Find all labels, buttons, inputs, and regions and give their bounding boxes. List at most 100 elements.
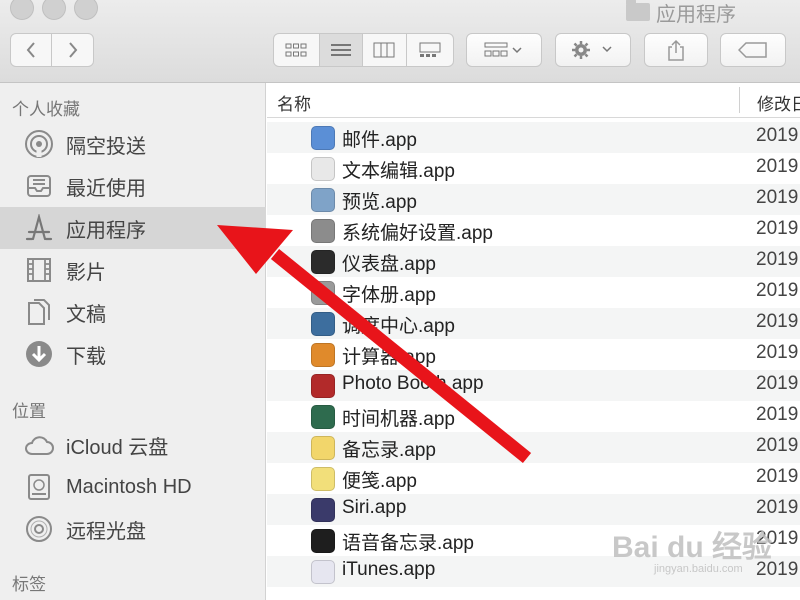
file-row[interactable]: 时间机器.app 2019 (267, 401, 800, 432)
back-button[interactable] (11, 34, 53, 66)
zoom-window-button[interactable] (74, 0, 98, 20)
file-row[interactable]: 文本编辑.app 2019 (267, 153, 800, 184)
movies-icon (24, 255, 54, 285)
sidebar-item-label: 下载 (66, 345, 106, 368)
file-name: 预览.app (342, 192, 417, 213)
icloud-icon (24, 430, 54, 460)
recents-icon (24, 171, 54, 201)
action-button[interactable] (555, 33, 631, 67)
file-row[interactable]: 系统偏好设置.app 2019 (267, 215, 800, 246)
gallery-view-button[interactable] (407, 34, 453, 66)
itunes-app-icon (311, 560, 335, 584)
file-row[interactable]: 字体册.app 2019 (267, 277, 800, 308)
sidebar-item-applications[interactable]: 应用程序 (0, 207, 266, 249)
file-name: 调度中心.app (342, 316, 455, 337)
file-row[interactable]: 便笺.app 2019 (267, 463, 800, 494)
file-date-modified: 2019 (756, 373, 799, 394)
icon-view-icon (285, 43, 307, 57)
system-preferences-app-icon (311, 219, 335, 243)
file-row[interactable]: 计算器.app 2019 (267, 339, 800, 370)
view-mode-control (273, 33, 454, 67)
file-name: 语音备忘录.app (342, 533, 474, 554)
sidebar-item-label: 隔空投送 (66, 135, 146, 158)
airdrop-icon (24, 129, 54, 159)
sidebar-item-downloads[interactable]: 下载 (0, 333, 266, 375)
date-modified-column-header[interactable]: 修改日 (757, 90, 800, 115)
file-name: 文本编辑.app (342, 161, 455, 182)
file-date-modified: 2019 (756, 497, 799, 518)
file-name: 系统偏好设置.app (342, 223, 493, 244)
file-date-modified: 2019 (756, 342, 799, 363)
file-name: 时间机器.app (342, 409, 455, 430)
file-name: Photo Booth.app (342, 373, 484, 394)
column-view-button[interactable] (363, 34, 407, 66)
group-by-button[interactable] (466, 33, 542, 67)
file-date-modified: 2019 (756, 404, 799, 425)
dashboard-app-icon (311, 250, 335, 274)
file-date-modified: 2019 (756, 311, 799, 332)
sidebar-item-documents[interactable]: 文稿 (0, 291, 266, 333)
navigation-buttons (10, 33, 94, 67)
file-name: iTunes.app (342, 559, 436, 580)
share-button[interactable] (644, 33, 708, 67)
file-date-modified: 2019 (756, 218, 799, 239)
font-book-app-icon (311, 281, 335, 305)
name-column-header[interactable]: 名称 (277, 90, 311, 115)
sidebar-item-recents[interactable]: 最近使用 (0, 165, 266, 207)
tags-header: 标签 (12, 575, 46, 594)
sidebar-item-label: 应用程序 (66, 219, 146, 242)
group-by-icon (484, 42, 522, 57)
sidebar-item-remote-disc[interactable]: 远程光盘 (0, 508, 266, 550)
list-view-button[interactable] (319, 34, 364, 66)
favorites-header: 个人收藏 (12, 100, 80, 119)
window-title-text: 应用程序 (656, 3, 736, 26)
remote-disc-icon (24, 514, 54, 544)
file-date-modified: 2019 (756, 156, 799, 177)
icon-view-button[interactable] (274, 34, 320, 66)
file-date-modified: 2019 (756, 125, 799, 146)
file-row[interactable]: 仪表盘.app 2019 (267, 246, 800, 277)
file-name: 便笺.app (342, 471, 417, 492)
file-row[interactable]: 预览.app 2019 (267, 184, 800, 215)
tag-button[interactable] (720, 33, 786, 67)
close-window-button[interactable] (10, 0, 34, 20)
file-name: 备忘录.app (342, 440, 436, 461)
file-row[interactable]: 备忘录.app 2019 (267, 432, 800, 463)
calculator-app-icon (311, 343, 335, 367)
mail-app-icon (311, 126, 335, 150)
watermark: Bai du 经验 (612, 522, 772, 566)
sidebar-item-movies[interactable]: 影片 (0, 249, 266, 291)
gallery-view-icon (419, 42, 441, 57)
documents-icon (24, 297, 54, 327)
mission-control-app-icon (311, 312, 335, 336)
siri-app-icon (311, 498, 335, 522)
column-divider[interactable] (739, 87, 740, 113)
notes-app-icon (311, 436, 335, 460)
sidebar-item-icloud-drive[interactable]: iCloud 云盘 (0, 424, 266, 466)
file-row[interactable]: 邮件.app 2019 (267, 122, 800, 153)
applications-icon (24, 213, 54, 243)
file-name: 邮件.app (342, 130, 417, 151)
hard-drive-icon (24, 472, 54, 502)
column-header: 名称 修改日 (267, 83, 800, 118)
watermark-url: jingyan.baidu.com (654, 563, 743, 575)
minimize-window-button[interactable] (42, 0, 66, 20)
file-name: 计算器.app (342, 347, 436, 368)
file-date-modified: 2019 (756, 435, 799, 456)
sidebar-item-airdrop[interactable]: 隔空投送 (0, 123, 266, 165)
sidebar-item-label: 文稿 (66, 303, 106, 326)
file-name: 字体册.app (342, 285, 436, 306)
textedit-app-icon (311, 157, 335, 181)
file-date-modified: 2019 (756, 249, 799, 270)
sidebar-item-label: 远程光盘 (66, 520, 146, 543)
forward-button[interactable] (52, 34, 93, 66)
sidebar-item-label: iCloud 云盘 (66, 436, 169, 459)
folder-icon (626, 0, 650, 21)
file-row[interactable]: Siri.app 2019 (267, 494, 800, 525)
sidebar-item-macintosh-hd[interactable]: Macintosh HD (0, 466, 266, 508)
file-date-modified: 2019 (756, 280, 799, 301)
file-row[interactable]: Photo Booth.app 2019 (267, 370, 800, 401)
file-row[interactable]: 调度中心.app 2019 (267, 308, 800, 339)
chevron-left-icon (26, 42, 35, 58)
photo-booth-app-icon (311, 374, 335, 398)
